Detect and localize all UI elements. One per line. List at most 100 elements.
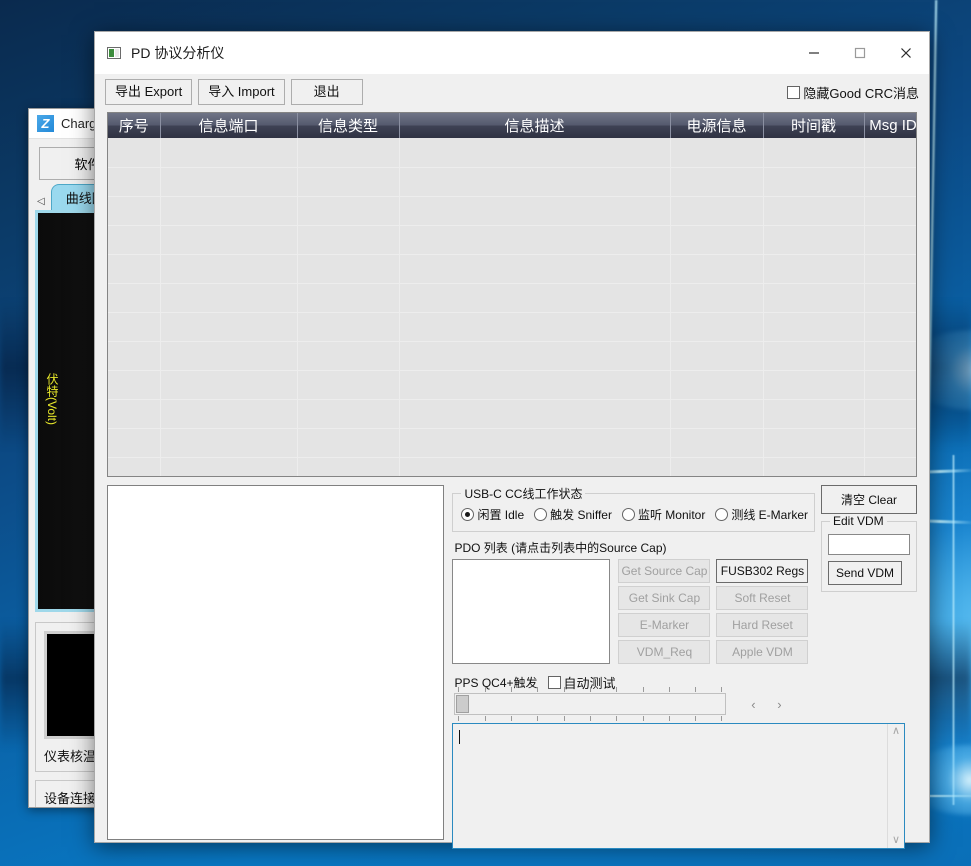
table-cell[interactable] bbox=[763, 428, 864, 457]
table-cell[interactable] bbox=[864, 457, 917, 477]
pdo-list[interactable] bbox=[452, 559, 610, 664]
message-table[interactable]: 序号信息端口信息类型信息描述电源信息时间戳Msg ID bbox=[107, 112, 917, 477]
table-cell[interactable] bbox=[399, 196, 670, 225]
table-column-header[interactable]: 序号 bbox=[108, 113, 160, 138]
table-cell[interactable] bbox=[763, 196, 864, 225]
message-detail-panel[interactable] bbox=[107, 485, 444, 840]
cc-radio-3[interactable]: 测线 E-Marker bbox=[715, 506, 808, 523]
cc-radio-0[interactable]: 闲置 Idle bbox=[461, 506, 524, 523]
table-cell[interactable] bbox=[763, 283, 864, 312]
table-cell[interactable] bbox=[399, 399, 670, 428]
table-row[interactable] bbox=[108, 254, 917, 283]
table-cell[interactable] bbox=[763, 341, 864, 370]
table-column-header[interactable]: 时间戳 bbox=[763, 113, 864, 138]
table-cell[interactable] bbox=[160, 312, 297, 341]
table-cell[interactable] bbox=[670, 225, 763, 254]
table-row[interactable] bbox=[108, 341, 917, 370]
table-column-header[interactable]: 电源信息 bbox=[670, 113, 763, 138]
table-cell[interactable] bbox=[864, 196, 917, 225]
table-cell[interactable] bbox=[670, 167, 763, 196]
table-cell[interactable] bbox=[399, 341, 670, 370]
close-button[interactable] bbox=[883, 32, 929, 74]
send-vdm-button[interactable]: Send VDM bbox=[828, 561, 902, 585]
table-cell[interactable] bbox=[160, 370, 297, 399]
table-cell[interactable] bbox=[297, 428, 399, 457]
table-row[interactable] bbox=[108, 457, 917, 477]
table-cell[interactable] bbox=[399, 457, 670, 477]
table-cell[interactable] bbox=[297, 312, 399, 341]
table-cell[interactable] bbox=[763, 254, 864, 283]
log-scrollbar[interactable]: ∧ ∨ bbox=[887, 724, 904, 848]
table-cell[interactable] bbox=[108, 370, 160, 399]
table-cell[interactable] bbox=[160, 457, 297, 477]
radio-button-icon[interactable] bbox=[461, 508, 474, 521]
table-cell[interactable] bbox=[297, 196, 399, 225]
clear-button[interactable]: 清空 Clear bbox=[821, 485, 917, 514]
table-cell[interactable] bbox=[108, 457, 160, 477]
table-cell[interactable] bbox=[864, 341, 917, 370]
exit-button[interactable]: 退出 bbox=[291, 79, 363, 105]
table-cell[interactable] bbox=[108, 254, 160, 283]
table-body[interactable] bbox=[108, 138, 917, 477]
table-cell[interactable] bbox=[864, 428, 917, 457]
table-row[interactable] bbox=[108, 428, 917, 457]
table-cell[interactable] bbox=[399, 428, 670, 457]
pps-prev-button[interactable]: ‹ bbox=[740, 693, 766, 715]
table-cell[interactable] bbox=[670, 283, 763, 312]
table-cell[interactable] bbox=[763, 225, 864, 254]
table-cell[interactable] bbox=[108, 428, 160, 457]
table-cell[interactable] bbox=[864, 225, 917, 254]
table-cell[interactable] bbox=[399, 225, 670, 254]
table-cell[interactable] bbox=[160, 428, 297, 457]
vdm-input[interactable] bbox=[828, 534, 910, 555]
slider-thumb[interactable] bbox=[456, 695, 469, 713]
table-cell[interactable] bbox=[160, 167, 297, 196]
table-cell[interactable] bbox=[399, 254, 670, 283]
table-row[interactable] bbox=[108, 399, 917, 428]
cc-radio-1[interactable]: 触发 Sniffer bbox=[534, 506, 612, 523]
pd-analyzer-window[interactable]: PD 协议分析仪 导出 Export 导入 Import 退出 隐藏Good C… bbox=[94, 31, 930, 843]
table-cell[interactable] bbox=[297, 225, 399, 254]
table-cell[interactable] bbox=[297, 283, 399, 312]
minimize-button[interactable] bbox=[791, 32, 837, 74]
table-column-header[interactable]: 信息描述 bbox=[399, 113, 670, 138]
window-titlebar[interactable]: PD 协议分析仪 bbox=[95, 32, 929, 74]
scroll-up-icon[interactable]: ∧ bbox=[892, 726, 900, 737]
table-row[interactable] bbox=[108, 312, 917, 341]
table-cell[interactable] bbox=[108, 283, 160, 312]
table-cell[interactable] bbox=[399, 283, 670, 312]
log-text-content[interactable] bbox=[453, 724, 887, 848]
table-cell[interactable] bbox=[763, 167, 864, 196]
table-cell[interactable] bbox=[108, 399, 160, 428]
table-row[interactable] bbox=[108, 370, 917, 399]
cc-status-radios[interactable]: 闲置 Idle 触发 Sniffer 监听 Monitor 测线 E-Marker bbox=[459, 504, 808, 525]
table-cell[interactable] bbox=[670, 312, 763, 341]
log-textarea[interactable]: ∧ ∨ bbox=[452, 723, 905, 849]
table-cell[interactable] bbox=[108, 196, 160, 225]
table-cell[interactable] bbox=[297, 370, 399, 399]
table-cell[interactable] bbox=[864, 167, 917, 196]
table-cell[interactable] bbox=[297, 138, 399, 167]
table-cell[interactable] bbox=[108, 225, 160, 254]
table-cell[interactable] bbox=[108, 341, 160, 370]
table-cell[interactable] bbox=[670, 254, 763, 283]
export-button[interactable]: 导出 Export bbox=[105, 79, 192, 105]
pps-slider[interactable] bbox=[454, 693, 726, 715]
cc-radio-2[interactable]: 监听 Monitor bbox=[622, 506, 705, 523]
pdo-button-fusb302-regs[interactable]: FUSB302 Regs bbox=[716, 559, 808, 583]
table-cell[interactable] bbox=[864, 312, 917, 341]
table-cell[interactable] bbox=[763, 399, 864, 428]
table-cell[interactable] bbox=[763, 138, 864, 167]
table-cell[interactable] bbox=[160, 399, 297, 428]
table-cell[interactable] bbox=[670, 457, 763, 477]
table-row[interactable] bbox=[108, 196, 917, 225]
radio-button-icon[interactable] bbox=[715, 508, 728, 521]
table-cell[interactable] bbox=[108, 312, 160, 341]
table-cell[interactable] bbox=[763, 370, 864, 399]
table-column-header[interactable]: Msg ID bbox=[864, 113, 917, 138]
checkbox-icon[interactable] bbox=[787, 86, 800, 99]
tab-scroll-left-icon[interactable]: ◁ bbox=[35, 196, 51, 210]
table-cell[interactable] bbox=[864, 254, 917, 283]
table-cell[interactable] bbox=[399, 167, 670, 196]
table-cell[interactable] bbox=[297, 341, 399, 370]
